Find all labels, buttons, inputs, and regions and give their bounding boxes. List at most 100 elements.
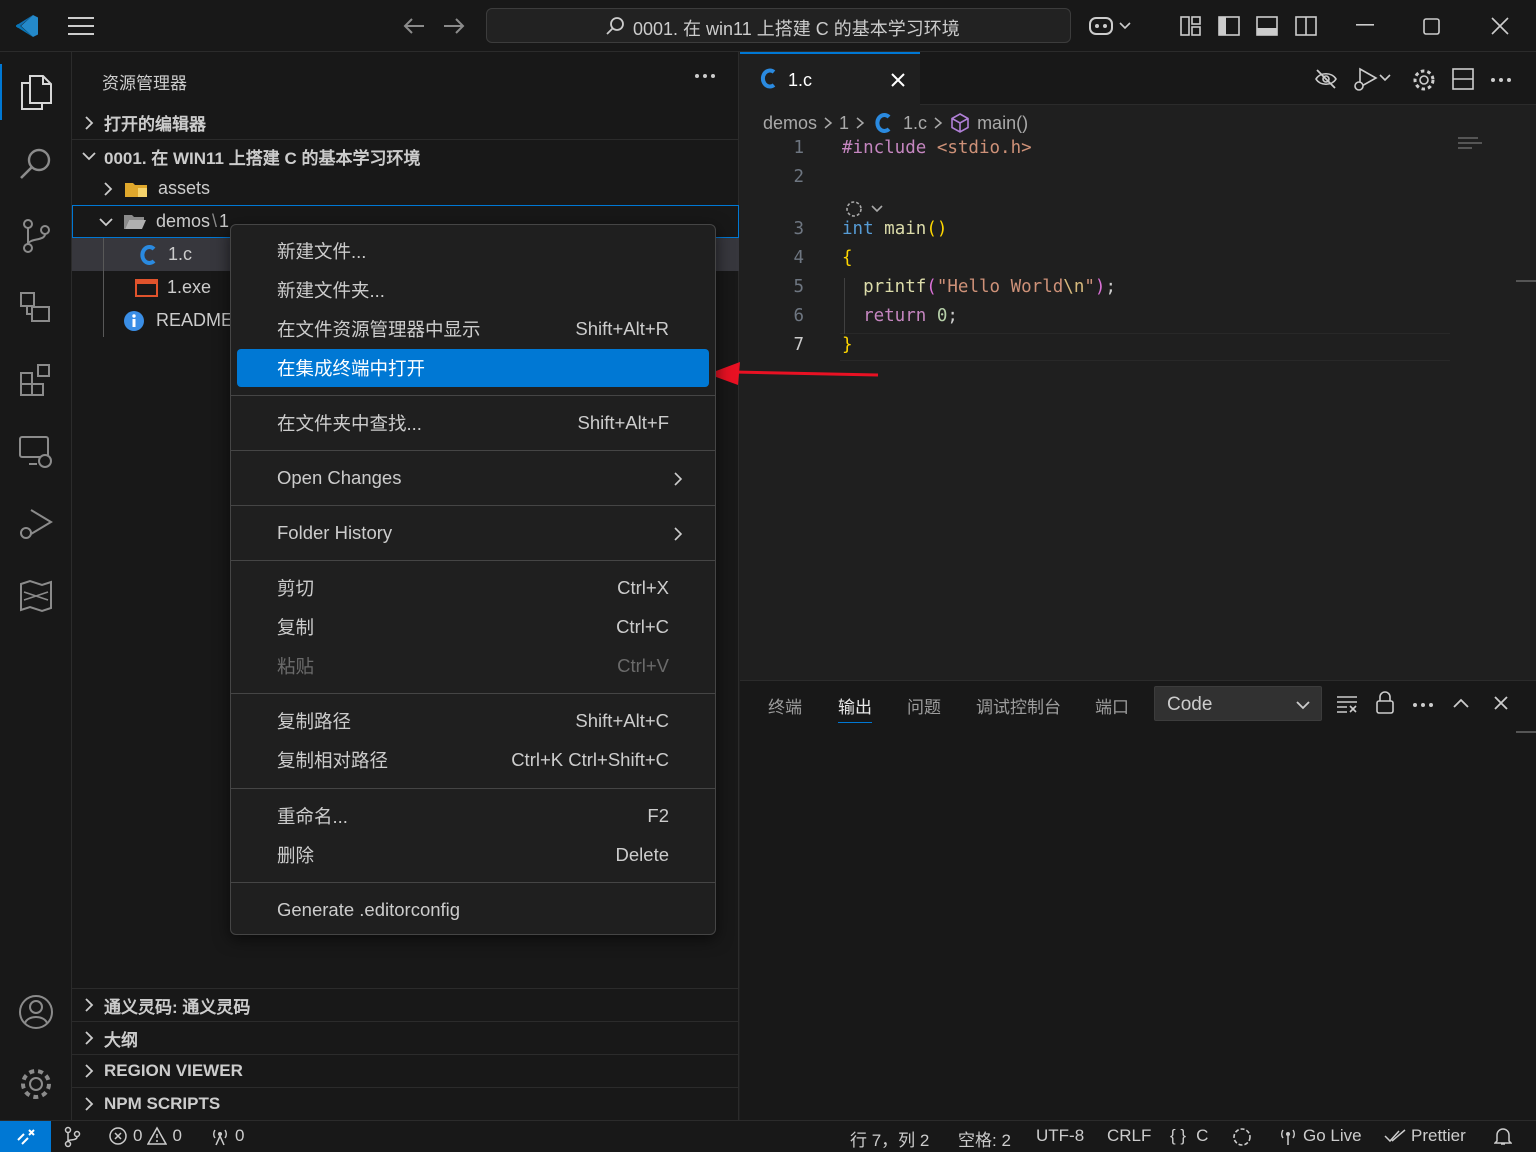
editor-tab-1c[interactable]: 1.c: [740, 52, 920, 106]
menu-item-find-in-folder[interactable]: 在文件夹中查找... Shift+Alt+F: [237, 404, 709, 442]
forward-arrow-icon[interactable]: [442, 16, 466, 36]
run-debug-icon[interactable]: [0, 488, 72, 560]
panel-tab-debug-console[interactable]: 调试控制台: [976, 693, 1061, 718]
menu-item-copy-path[interactable]: 复制路径 Shift+Alt+C: [237, 702, 709, 740]
menu-item-label: 复制相对路径: [277, 750, 389, 771]
map-icon[interactable]: [0, 560, 72, 632]
code-token: ;: [1105, 277, 1116, 297]
explorer-icon[interactable]: [0, 56, 72, 128]
section-region-viewer[interactable]: REGION VIEWER: [72, 1054, 739, 1087]
eol-status[interactable]: CRLF: [1107, 1126, 1151, 1146]
menu-item-rename[interactable]: 重命名... F2: [237, 797, 709, 835]
split-editor-icon[interactable]: [1452, 68, 1474, 90]
more-actions-icon[interactable]: [1412, 695, 1434, 715]
close-panel-icon[interactable]: [1493, 695, 1509, 711]
menu-item-shortcut: Ctrl+V: [617, 655, 669, 676]
lock-icon[interactable]: [1374, 691, 1396, 715]
codegeex-icon[interactable]: [1230, 1126, 1254, 1148]
problems-status[interactable]: 0 0: [108, 1126, 182, 1146]
menu-item-folder-history[interactable]: Folder History: [237, 514, 709, 552]
menu-icon[interactable]: [68, 16, 94, 36]
code-text: {: [842, 248, 853, 268]
section-workspace[interactable]: 0001. 在 WIN11 上搭建 C 的基本学习环境: [72, 139, 739, 172]
hide-preview-eye-icon[interactable]: [1314, 68, 1338, 90]
command-center-text: 0001. 在 win11 上搭建 C 的基本学习环境: [633, 19, 960, 39]
panel-tab-output[interactable]: 输出: [838, 693, 872, 723]
menu-item-copy[interactable]: 复制 Ctrl+C: [237, 608, 709, 646]
breadcrumb-subfolder[interactable]: 1: [839, 113, 849, 134]
menu-item-label: 剪切: [277, 578, 315, 599]
folder-assets-icon: [124, 179, 148, 199]
breadcrumb-folder[interactable]: demos: [763, 113, 817, 134]
menu-item-open-in-terminal[interactable]: 在集成终端中打开: [237, 349, 709, 387]
remote-explorer-icon[interactable]: [0, 272, 72, 344]
toggle-secondary-sidebar-icon[interactable]: [1295, 16, 1317, 36]
section-npm-scripts[interactable]: NPM SCRIPTS: [72, 1087, 739, 1120]
chevron-right-icon: [673, 471, 683, 487]
source-control-status[interactable]: [62, 1126, 82, 1148]
close-window-icon[interactable]: [1491, 17, 1509, 35]
menu-item-copy-relative-path[interactable]: 复制相对路径 Ctrl+K Ctrl+Shift+C: [237, 741, 709, 779]
more-actions-icon[interactable]: [1490, 70, 1512, 90]
c-file-icon: [140, 244, 156, 265]
minimap[interactable]: [1458, 137, 1486, 149]
section-open-editors[interactable]: 打开的编辑器: [72, 106, 739, 139]
minimize-icon[interactable]: [1356, 24, 1376, 28]
clear-output-icon[interactable]: [1336, 693, 1358, 715]
extensions-icon[interactable]: [0, 344, 72, 416]
section-tongyi[interactable]: 通义灵码: 通义灵码: [72, 988, 739, 1021]
encoding-status[interactable]: UTF-8: [1036, 1126, 1084, 1146]
go-live-label: Go Live: [1303, 1126, 1362, 1145]
prettier-status[interactable]: Prettier: [1384, 1126, 1466, 1146]
red-arrow-annotation: [708, 362, 879, 385]
code-token: ): [1094, 277, 1106, 297]
menu-item-generate-editorconfig[interactable]: Generate .editorconfig: [237, 891, 709, 929]
tree-item-assets[interactable]: assets: [72, 172, 739, 205]
menu-item-cut[interactable]: 剪切 Ctrl+X: [237, 569, 709, 607]
panel-tab-terminal[interactable]: 终端: [768, 693, 802, 718]
maximize-panel-icon[interactable]: [1452, 697, 1470, 709]
section-outline[interactable]: 大纲: [72, 1021, 739, 1054]
menu-item-delete[interactable]: 删除 Delete: [237, 836, 709, 874]
chevron-down-icon: [98, 216, 114, 228]
ports-status[interactable]: 0: [210, 1126, 244, 1146]
command-center-search[interactable]: 0001. 在 win11 上搭建 C 的基本学习环境: [486, 8, 1071, 43]
remote-indicator[interactable]: [0, 1121, 51, 1152]
go-live-status[interactable]: Go Live: [1278, 1126, 1362, 1146]
back-arrow-icon[interactable]: [402, 16, 426, 36]
indentation-status[interactable]: 空格: 2: [958, 1126, 1011, 1151]
menu-separator: [231, 505, 715, 506]
run-file-icon[interactable]: [1352, 66, 1392, 92]
breadcrumb-symbol[interactable]: main(): [977, 113, 1028, 134]
language-status[interactable]: { } C: [1170, 1126, 1208, 1146]
toggle-primary-sidebar-icon[interactable]: [1218, 16, 1240, 36]
customize-layout-icon[interactable]: [1180, 16, 1202, 36]
info-icon: [123, 310, 145, 332]
remote-monitor-icon[interactable]: [0, 416, 72, 488]
copilot-icon[interactable]: [1088, 14, 1134, 38]
menu-item-label: 复制: [277, 617, 315, 638]
breadcrumb-file[interactable]: 1.c: [903, 113, 927, 134]
codelens-icon[interactable]: [844, 198, 888, 220]
menu-item-shortcut: Ctrl+K Ctrl+Shift+C: [511, 749, 669, 770]
panel-tab-problems[interactable]: 问题: [907, 693, 941, 718]
search-icon[interactable]: [0, 128, 72, 200]
output-channel-select[interactable]: Code: [1154, 686, 1322, 721]
gear-icon[interactable]: [1412, 68, 1436, 92]
close-tab-icon[interactable]: [890, 72, 906, 88]
settings-gear-icon[interactable]: [0, 1048, 72, 1120]
menu-item-new-folder[interactable]: 新建文件夹...: [237, 271, 709, 309]
source-control-icon[interactable]: [0, 200, 72, 272]
accounts-icon[interactable]: [0, 976, 72, 1048]
panel-tab-ports[interactable]: 端口: [1095, 693, 1129, 718]
editor-tab-bar: 1.c: [740, 52, 1536, 106]
more-actions-icon[interactable]: [694, 66, 716, 86]
maximize-icon[interactable]: [1423, 18, 1441, 36]
menu-item-open-changes[interactable]: Open Changes: [237, 459, 709, 497]
toggle-panel-icon[interactable]: [1256, 16, 1278, 36]
notifications-bell-icon[interactable]: [1494, 1126, 1512, 1146]
cursor-position[interactable]: 行 7，列 2: [850, 1126, 929, 1151]
menu-item-new-file[interactable]: 新建文件...: [237, 232, 709, 270]
menu-item-reveal-in-explorer[interactable]: 在文件资源管理器中显示 Shift+Alt+R: [237, 310, 709, 348]
prettier-label: Prettier: [1411, 1126, 1466, 1145]
